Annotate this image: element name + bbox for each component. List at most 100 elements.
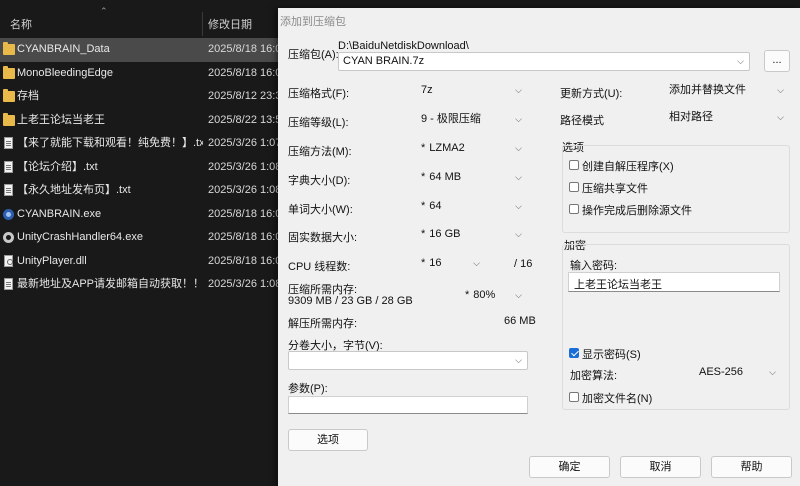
column-header-date[interactable]: 修改日期 xyxy=(208,16,252,32)
chevron-down-icon: ⌵ xyxy=(769,367,776,377)
word-label: 单词大小(W): xyxy=(288,204,353,216)
path-mode-select[interactable]: 相对路径 ⌵ xyxy=(664,108,790,127)
chevron-down-icon: ⌵ xyxy=(737,56,744,66)
star-marker: * xyxy=(421,257,426,269)
solid-select[interactable]: * 16 GB ⌵ xyxy=(416,225,528,244)
file-row[interactable]: MonoBleedingEdge 2025/8/18 16:0 xyxy=(0,62,290,86)
password-input[interactable]: 上老王论坛当老王 xyxy=(568,272,780,292)
file-date: 2025/8/22 13:5 xyxy=(208,113,282,126)
star-marker: * xyxy=(465,289,470,301)
file-row[interactable]: CYANBRAIN.exe 2025/8/18 16:0 xyxy=(0,203,290,227)
file-name: UnityPlayer.dll xyxy=(17,254,87,267)
cancel-button[interactable]: 取消 xyxy=(620,456,701,478)
folder-icon xyxy=(3,42,15,55)
format-select[interactable]: 7z ⌵ xyxy=(416,81,528,100)
level-value: 9 - 极限压缩 xyxy=(421,113,481,125)
file-date: 2025/8/18 16:0 xyxy=(208,231,282,243)
file-name: CYANBRAIN_Data xyxy=(17,43,110,55)
file-date: 2025/8/18 16:0 xyxy=(208,43,282,55)
star-marker: * xyxy=(421,228,426,240)
cpu-total: / 16 xyxy=(514,258,533,270)
word-value: 64 xyxy=(429,200,442,212)
method-select[interactable]: * LZMA2 ⌵ xyxy=(416,139,528,158)
column-divider[interactable] xyxy=(202,12,203,36)
file-name: 存档 xyxy=(17,90,39,102)
file-row[interactable]: UnityCrashHandler64.exe 2025/8/18 16:0 xyxy=(0,226,290,250)
update-label: 更新方式(U): xyxy=(560,88,623,100)
dialog-title: 添加到压缩包 xyxy=(280,16,346,28)
text-file-icon xyxy=(4,184,13,196)
delete-source-label[interactable]: 操作完成后删除源文件 xyxy=(582,202,692,218)
sort-caret-icon: ⌃ xyxy=(100,6,108,16)
delete-source-checkbox[interactable] xyxy=(569,204,579,214)
ok-button[interactable]: 确定 xyxy=(529,456,610,478)
column-header-name[interactable]: 名称 xyxy=(10,16,32,32)
text-file-icon xyxy=(4,278,13,290)
encrypt-names-checkbox[interactable] xyxy=(569,392,579,402)
file-name: 【来了就能下载和观看！纯免费！】.txt xyxy=(17,137,203,149)
file-row[interactable]: CYANBRAIN_Data 2025/8/18 16:0 xyxy=(0,38,290,62)
encrypt-names-label[interactable]: 加密文件名(N) xyxy=(582,390,652,406)
file-row[interactable]: 【永久地址发布页】.txt 2025/3/26 1:08 xyxy=(0,179,290,203)
dict-value: 64 MB xyxy=(429,171,462,183)
show-password-label[interactable]: 显示密码(S) xyxy=(582,346,641,362)
encryption-method-select[interactable]: AES-256 ⌵ xyxy=(694,363,782,382)
dict-select[interactable]: * 64 MB ⌵ xyxy=(416,168,528,187)
gear-icon xyxy=(3,232,14,243)
update-value: 添加并替换文件 xyxy=(669,84,746,96)
file-row[interactable]: 【来了就能下载和观看！纯免费！】.txt 2025/3/26 1:07 xyxy=(0,132,290,156)
file-list-header: ⌃ 名称 修改日期 xyxy=(0,6,290,36)
file-date: 2025/8/18 16:0 xyxy=(208,207,282,220)
add-to-archive-dialog: 添加到压缩包 压缩包(A): D:\BaiduNetdiskDownload\ … xyxy=(278,8,800,486)
sfx-label[interactable]: 创建自解压程序(X) xyxy=(582,158,674,174)
update-select[interactable]: 添加并替换文件 ⌵ xyxy=(664,81,790,100)
file-date: 2025/8/18 16:0 xyxy=(208,66,282,79)
memory-detail: 9309 MB / 23 GB / 28 GB xyxy=(288,295,413,307)
shared-files-label[interactable]: 压缩共享文件 xyxy=(582,180,648,196)
file-row[interactable]: 最新地址及APP请发邮箱自动获取！！！... 2025/3/26 1:08 xyxy=(0,273,290,297)
archive-name-combo[interactable]: CYAN BRAIN.7z ⌵ xyxy=(338,52,750,71)
cpu-select[interactable]: * 16 ⌵ xyxy=(416,254,486,273)
options-button[interactable]: 选项 xyxy=(288,429,368,451)
memory-select[interactable]: * 80% ⌵ xyxy=(460,286,528,305)
file-name: 【永久地址发布页】.txt xyxy=(17,184,131,196)
file-date: 2025/8/12 23:3 xyxy=(208,90,282,102)
path-mode-label: 路径模式 xyxy=(560,115,604,127)
file-date: 2025/3/26 1:07 xyxy=(208,137,282,149)
text-file-icon xyxy=(4,160,13,173)
decompress-memory-value: 66 MB xyxy=(504,315,536,327)
split-size-combo[interactable]: ⌵ xyxy=(288,351,528,370)
params-input[interactable] xyxy=(288,396,528,414)
cpu-value: 16 xyxy=(429,257,442,269)
chevron-down-icon: ⌵ xyxy=(473,258,480,268)
file-explorer: ⌃ 名称 修改日期 CYANBRAIN_Data 2025/8/18 16:0 Mo… xyxy=(0,0,290,486)
path-mode-value: 相对路径 xyxy=(669,111,713,123)
file-row[interactable]: 【论坛介绍】.txt 2025/3/26 1:08 xyxy=(0,156,290,180)
file-row[interactable]: 存档 2025/8/12 23:3 xyxy=(0,85,290,109)
dict-label: 字典大小(D): xyxy=(288,175,351,187)
chevron-down-icon: ⌵ xyxy=(515,290,522,300)
solid-label: 固实数据大小: xyxy=(288,232,358,244)
file-row[interactable]: UnityPlayer.dll 2025/8/18 16:0 xyxy=(0,250,290,274)
file-list: CYANBRAIN_Data 2025/8/18 16:0 MonoBleeding… xyxy=(0,38,290,297)
folder-icon xyxy=(3,65,15,79)
chevron-down-icon: ⌵ xyxy=(515,85,522,95)
word-select[interactable]: * 64 ⌵ xyxy=(416,197,528,216)
file-row[interactable]: 上老王论坛当老王 2025/8/22 13:5 xyxy=(0,109,290,133)
memory-value: 80% xyxy=(473,289,496,301)
chevron-down-icon: ⌵ xyxy=(515,355,522,365)
browse-button[interactable]: ... xyxy=(764,50,790,72)
file-name: CYANBRAIN.exe xyxy=(17,207,102,220)
file-name: 【论坛介绍】.txt xyxy=(17,160,98,173)
method-value: LZMA2 xyxy=(429,142,465,154)
level-select[interactable]: 9 - 极限压缩 ⌵ xyxy=(416,110,528,129)
folder-icon xyxy=(3,112,15,126)
text-file-icon xyxy=(4,137,13,149)
help-button[interactable]: 帮助 xyxy=(711,456,792,478)
file-name: 最新地址及APP请发邮箱自动获取！！！... xyxy=(17,278,203,290)
show-password-checkbox[interactable] xyxy=(569,348,579,358)
chevron-down-icon: ⌵ xyxy=(777,112,784,122)
sfx-checkbox[interactable] xyxy=(569,160,579,170)
cpu-label: CPU 线程数: xyxy=(288,261,351,273)
shared-files-checkbox[interactable] xyxy=(569,182,579,192)
